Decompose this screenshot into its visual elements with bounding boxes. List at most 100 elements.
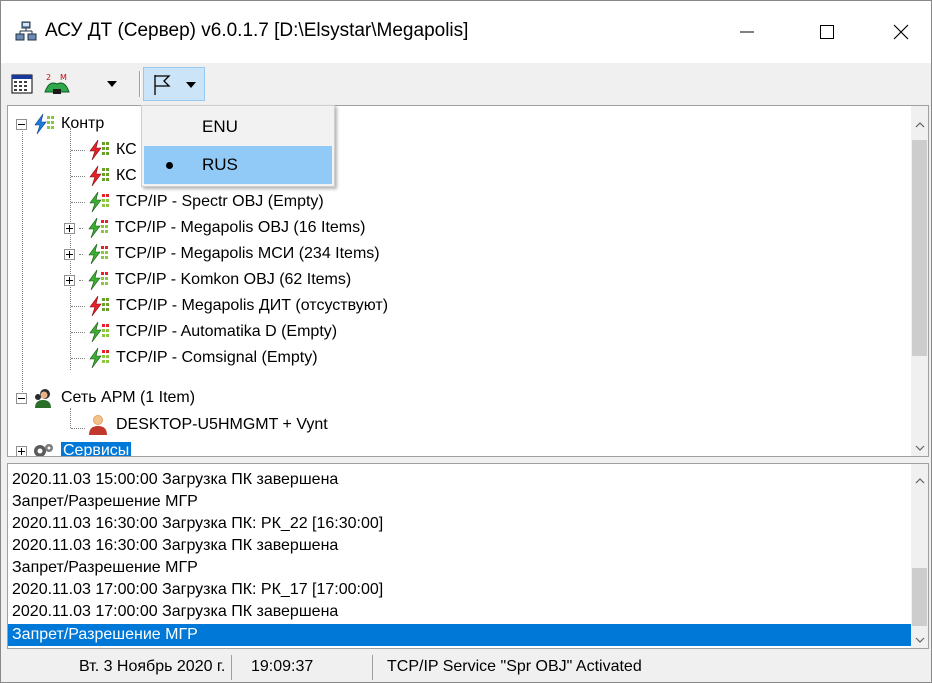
svg-text:M: M: [60, 73, 67, 82]
calendar-button[interactable]: [11, 69, 33, 99]
status-date: Вт. 3 Ноябрь 2020 г.: [73, 655, 233, 680]
status-green-icon: [89, 321, 109, 343]
tree-node-child-2[interactable]: TCP/IP - Spectr OBJ (Empty): [86, 189, 324, 215]
log-line[interactable]: 2020.11.03 17:00:00 Загрузка ПК завершен…: [12, 601, 338, 623]
scroll-thumb[interactable]: [912, 568, 927, 626]
tree-connector: [71, 332, 85, 333]
tree-connector: [79, 279, 83, 281]
toolbar-separator: [139, 71, 140, 97]
tree-icon: 2 M: [44, 73, 70, 94]
menu-item-label: RUS: [202, 155, 238, 174]
log-line[interactable]: 2020.11.03 17:00:00 Загрузка ПК: РК_17 […: [12, 579, 383, 601]
tree-node-label: TCP/IP - Spectr OBJ (Empty): [116, 193, 324, 210]
tree-node-child-1[interactable]: КС: [86, 163, 137, 189]
expand-toggle[interactable]: [16, 445, 27, 456]
expand-toggle[interactable]: [64, 274, 75, 286]
expand-toggle[interactable]: [64, 248, 75, 260]
main-window: АСУ ДТ (Сервер) v6.0.1.7 [D:\Elsystar\Me…: [0, 0, 932, 683]
scroll-up-button[interactable]: [911, 472, 928, 489]
tree-node-child-8[interactable]: TCP/IP - Comsignal (Empty): [86, 345, 318, 371]
collapse-toggle[interactable]: [16, 118, 27, 130]
tree-node-arm-network[interactable]: Сеть АРМ (1 Item): [16, 385, 195, 411]
tree-node-child-5[interactable]: TCP/IP - Komkon OBJ (62 Items): [64, 267, 351, 293]
log-line-selected[interactable]: Запрет/Разрешение МГР: [8, 624, 911, 646]
log-line[interactable]: Запрет/Разрешение МГР: [12, 557, 198, 579]
tree-node-child-6[interactable]: TCP/IP - Megapolis ДИТ (отсуствуют): [86, 293, 388, 319]
user-icon: [89, 415, 107, 435]
event-log[interactable]: 2020.11.03 15:00:00 Загрузка ПК завершен…: [7, 463, 929, 649]
tree-node-child-0[interactable]: КС: [86, 137, 137, 163]
title-bar[interactable]: АСУ ДТ (Сервер) v6.0.1.7 [D:\Elsystar\Me…: [1, 1, 931, 63]
tree-node-child-3[interactable]: TCP/IP - Megapolis OBJ (16 Items): [64, 215, 365, 241]
flag-icon: [154, 75, 171, 95]
tree-connector: [79, 227, 83, 229]
log-scrollbar[interactable]: [911, 464, 928, 648]
tree-node-label: TCP/IP - Megapolis ДИТ (отсуствуют): [116, 297, 389, 314]
scroll-down-button[interactable]: [911, 631, 928, 648]
tree-view-dropdown[interactable]: [107, 69, 117, 99]
tree-connector: [71, 306, 85, 307]
collapse-toggle[interactable]: [16, 392, 27, 404]
menu-item-label: ENU: [202, 117, 238, 136]
toolbar: 2 M: [1, 63, 931, 103]
tree-connector: [79, 253, 83, 255]
tree-connector: [71, 428, 85, 429]
chevron-down-icon: [186, 82, 196, 88]
tree-node-child-7[interactable]: TCP/IP - Automatika D (Empty): [86, 319, 337, 345]
radio-bullet-icon: [166, 162, 173, 169]
scroll-down-button[interactable]: [911, 439, 928, 456]
tree-node-label: TCP/IP - Comsignal (Empty): [116, 349, 318, 366]
menu-item-rus[interactable]: RUS: [144, 146, 332, 184]
menu-item-enu[interactable]: ENU: [144, 108, 332, 146]
users-icon: [35, 389, 51, 408]
status-time: 19:09:37: [245, 655, 373, 680]
log-line[interactable]: Запрет/Разрешение МГР: [12, 491, 198, 513]
language-menu: ENU RUS: [141, 105, 335, 187]
svg-text:2: 2: [46, 73, 51, 82]
chevron-down-icon: [107, 81, 117, 87]
window-title: АСУ ДТ (Сервер) v6.0.1.7 [D:\Elsystar\Me…: [45, 20, 469, 41]
status-red-icon: [89, 295, 109, 317]
tree-node-label: DESKTOP-U5HMGMT + Vynt: [116, 416, 328, 433]
tree-node-label: TCP/IP - Megapolis OBJ (16 Items): [115, 219, 366, 236]
status-green-icon: [88, 269, 108, 291]
log-line[interactable]: 2020.11.03 15:00:00 Загрузка ПК завершен…: [12, 469, 338, 491]
chevron-up-icon: [915, 477, 924, 483]
chevron-down-icon: [915, 637, 924, 643]
tree-node-services[interactable]: Сервисы: [16, 438, 132, 456]
tree-node-label: Сервисы: [61, 442, 132, 456]
tree-connector: [71, 202, 85, 203]
minimize-button[interactable]: [717, 1, 777, 63]
chevron-down-icon: [915, 445, 924, 451]
log-line[interactable]: 2020.11.03 16:30:00 Загрузка ПК: РК_22 […: [12, 513, 383, 535]
tree-connector: [71, 358, 85, 359]
tree-node-arm-child[interactable]: DESKTOP-U5HMGMT + Vynt: [86, 412, 328, 438]
expand-toggle[interactable]: [64, 222, 75, 234]
language-button[interactable]: [143, 67, 205, 101]
tree-node-label: TCP/IP - Megapolis МСИ (234 Items): [115, 245, 380, 262]
tree-connector: [22, 124, 23, 404]
tree-connector: [71, 150, 85, 151]
status-green-icon: [88, 243, 108, 265]
status-bar: Вт. 3 Ноябрь 2020 г. 19:09:37 TCP/IP Ser…: [1, 652, 931, 682]
tree-connector: [70, 408, 71, 428]
close-button[interactable]: [871, 1, 931, 63]
status-red-icon: [89, 165, 109, 187]
tree-node-controllers[interactable]: Контр: [16, 111, 104, 137]
tree-view-button[interactable]: 2 M: [43, 69, 71, 99]
status-message: TCP/IP Service "Spr OBJ" Activated: [387, 658, 642, 675]
scroll-thumb[interactable]: [912, 140, 927, 356]
network-app-icon: [15, 21, 37, 41]
log-line[interactable]: 2020.11.03 16:30:00 Загрузка ПК завершен…: [12, 535, 338, 557]
lightning-icon: [34, 113, 54, 135]
tree-node-label: КС: [116, 167, 137, 184]
chevron-up-icon: [915, 121, 924, 127]
tree-scrollbar[interactable]: [911, 106, 928, 456]
scroll-up-button[interactable]: [911, 116, 928, 133]
status-red-icon: [89, 139, 109, 161]
tree-node-label: Сеть АРМ (1 Item): [61, 389, 196, 406]
maximize-button[interactable]: [797, 1, 857, 63]
tree-node-child-4[interactable]: TCP/IP - Megapolis МСИ (234 Items): [64, 241, 380, 267]
tree-node-label: TCP/IP - Automatika D (Empty): [116, 323, 338, 340]
tree-node-label: TCP/IP - Komkon OBJ (62 Items): [115, 271, 352, 288]
